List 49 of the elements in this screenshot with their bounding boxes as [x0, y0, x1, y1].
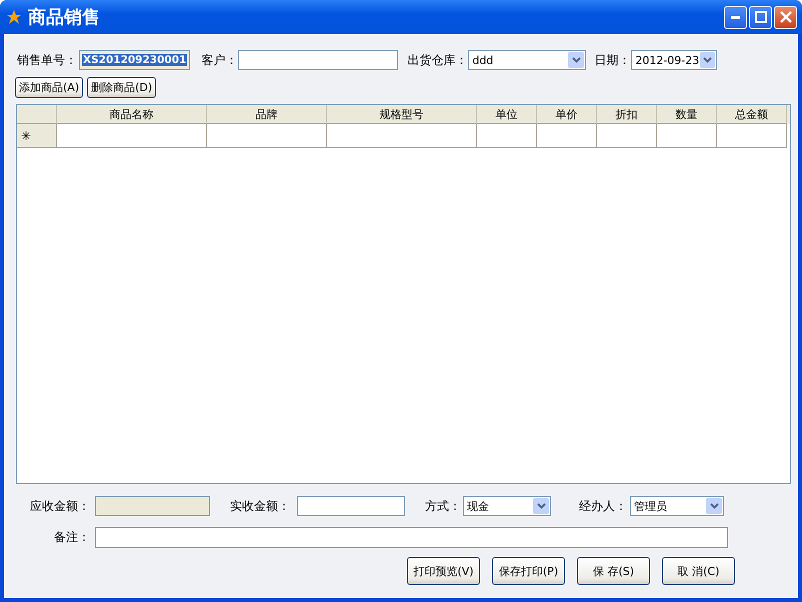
table-cell[interactable] [477, 124, 537, 148]
column-header[interactable]: 单位 [477, 105, 537, 124]
column-header[interactable]: 数量 [657, 105, 717, 124]
new-row-marker: ✳ [17, 124, 57, 148]
field-label: 销售单号： [17, 52, 77, 68]
minimize-button[interactable] [724, 6, 747, 28]
window-title: 商品销售 [28, 6, 101, 29]
column-header[interactable]: 总金额 [717, 105, 787, 124]
column-header[interactable]: 品牌 [207, 105, 327, 124]
table-cell[interactable] [597, 124, 657, 148]
close-button[interactable] [774, 6, 797, 28]
field-label: 方式： [425, 498, 461, 514]
maximize-button[interactable] [749, 6, 772, 28]
customer-field[interactable] [238, 50, 398, 70]
toolbar-button[interactable]: 添加商品(A) [15, 77, 84, 98]
maximize-icon [754, 11, 766, 23]
remark-field[interactable] [95, 526, 728, 548]
table-cell[interactable] [207, 124, 327, 148]
field-label: 经办人： [579, 498, 627, 514]
column-header[interactable]: 折扣 [597, 105, 657, 124]
star-icon [6, 9, 22, 25]
column-header[interactable]: 规格型号 [327, 105, 477, 124]
payment-method-dropdown[interactable]: 现金 [463, 496, 551, 516]
column-header[interactable]: 商品名称 [57, 105, 207, 124]
column-header[interactable]: 单价 [537, 105, 597, 124]
table-cell[interactable] [657, 124, 717, 148]
table-cell[interactable] [717, 124, 787, 148]
date-picker[interactable]: 2012-09-23 [631, 50, 718, 70]
field-label: 日期： [594, 52, 630, 68]
close-icon [780, 11, 792, 23]
action-button[interactable]: 打印预览(V) [407, 557, 480, 585]
action-button[interactable]: 取 消(C) [662, 557, 735, 585]
table-cell[interactable] [537, 124, 597, 148]
table-cell[interactable] [327, 124, 477, 148]
field-label: 出货仓库： [407, 52, 468, 68]
toolbar-button[interactable]: 删除商品(D) [87, 77, 156, 98]
warehouse-dropdown[interactable]: ddd [468, 50, 586, 70]
order-number-field[interactable]: XS201209230001 [79, 50, 190, 70]
table-cell[interactable] [57, 124, 207, 148]
field-label: 客户： [201, 52, 238, 68]
received-field[interactable] [297, 496, 405, 516]
action-button[interactable]: 保 存(S) [577, 557, 650, 585]
field-label: 备注： [53, 528, 90, 546]
field-label: 应收金额： [29, 498, 90, 514]
field-label: 实收金额： [230, 498, 290, 514]
row-header-corner [17, 105, 57, 124]
action-button[interactable]: 保存打印(P) [492, 557, 565, 585]
handler-dropdown[interactable]: 管理员 [630, 496, 724, 516]
minimize-icon [731, 16, 740, 18]
